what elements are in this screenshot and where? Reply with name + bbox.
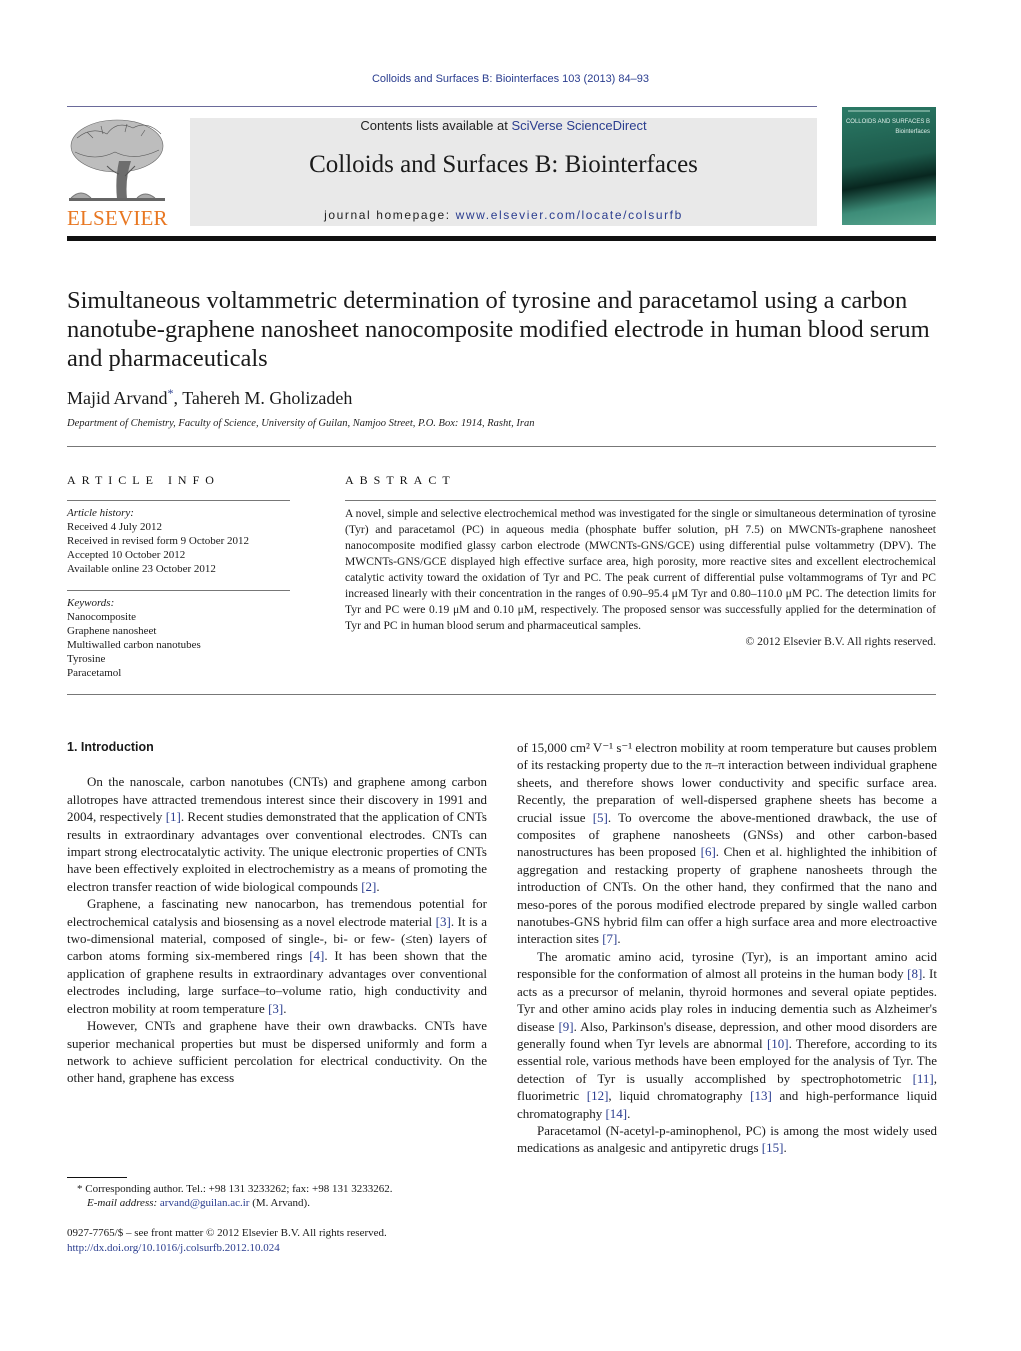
journal-cover-image: COLLOIDS AND SURFACES B Biointerfaces xyxy=(842,107,936,225)
citation-link[interactable]: [12] xyxy=(587,1088,609,1103)
email-label: E-mail address: xyxy=(87,1197,158,1209)
body-right-column: of 15,000 cm² V⁻¹ s⁻¹ electron mobility … xyxy=(517,739,937,1157)
article-info-divider xyxy=(67,500,290,501)
issn-line: 0927-7765/$ – see front matter © 2012 El… xyxy=(67,1227,387,1239)
left-paragraphs: On the nanoscale, carbon nanotubes (CNTs… xyxy=(67,773,487,1086)
author-email-link[interactable]: arvand@guilan.ac.ir xyxy=(160,1197,250,1209)
abstract-divider xyxy=(345,500,936,501)
citation-link[interactable]: [13] xyxy=(750,1088,772,1103)
citation-link[interactable]: [7] xyxy=(602,931,617,946)
cover-title: COLLOIDS AND SURFACES B Biointerfaces xyxy=(846,119,930,136)
body-paragraph: However, CNTs and graphene have their ow… xyxy=(67,1017,487,1087)
keywords-label: Keywords: xyxy=(67,597,115,609)
body-text: However, CNTs and graphene have their ow… xyxy=(67,1018,487,1086)
history-item: Received 4 July 2012 xyxy=(67,521,163,533)
citation-link[interactable]: [10] xyxy=(767,1036,789,1051)
citation-link[interactable]: [11] xyxy=(913,1071,934,1086)
title-divider xyxy=(67,446,936,447)
abstract: ABSTRACT A novel, simple and selective e… xyxy=(345,473,936,650)
running-head: Colloids and Surfaces B: Biointerfaces 1… xyxy=(371,73,649,85)
email-suffix: (M. Arvand). xyxy=(249,1197,310,1209)
article-info-heading: ARTICLE INFO xyxy=(67,473,220,487)
sciencedirect-link[interactable]: SciVerse ScienceDirect xyxy=(511,118,646,133)
keywords-divider xyxy=(67,590,290,591)
footnote-mark: * xyxy=(77,1183,83,1195)
author-list: Majid Arvand*, Tahereh M. Gholizadeh xyxy=(67,386,352,409)
author-name: Majid Arvand xyxy=(67,388,168,408)
article-title: Simultaneous voltammetric determination … xyxy=(67,287,930,372)
author-separator: , xyxy=(173,388,183,408)
body-text: . xyxy=(627,1105,631,1121)
body-text: . xyxy=(783,1140,787,1156)
article-history-label: Article history: xyxy=(67,507,134,519)
cover-topbar xyxy=(848,110,930,112)
abstract-copyright: © 2012 Elsevier B.V. All rights reserved… xyxy=(745,635,936,648)
journal-title: Colloids and Surfaces B: Biointerfaces xyxy=(309,151,698,178)
right-paragraphs: of 15,000 cm² V⁻¹ s⁻¹ electron mobility … xyxy=(517,739,937,1157)
footnote-divider xyxy=(67,1177,127,1178)
citation-link[interactable]: [14] xyxy=(605,1106,627,1121)
cover-title-text: COLLOIDS AND SURFACES B xyxy=(845,119,930,125)
cover-subtitle-text: Biointerfaces xyxy=(895,129,930,135)
article-info: ARTICLE INFO Article history: Received 4… xyxy=(67,473,290,680)
history-item: Available online 23 October 2012 xyxy=(67,563,216,575)
elsevier-wordmark: ELSEVIER xyxy=(67,206,168,230)
citation-link[interactable]: [3] xyxy=(268,1001,283,1016)
body-paragraph: On the nanoscale, carbon nanotubes (CNTs… xyxy=(67,773,487,895)
front-matter: 0927-7765/$ – see front matter © 2012 El… xyxy=(67,1226,387,1255)
citation-link[interactable]: [9] xyxy=(558,1019,573,1034)
keyword: Paracetamol xyxy=(67,667,122,679)
keyword: Graphene nanosheet xyxy=(67,625,157,637)
keyword: Nanocomposite xyxy=(67,611,137,623)
citation-link[interactable]: [3] xyxy=(436,914,451,929)
body-text: Paracetamol (N-acetyl-p-aminophenol, PC)… xyxy=(517,1122,937,1156)
citation-link[interactable]: [2] xyxy=(361,879,376,894)
citation-link[interactable]: [6] xyxy=(701,844,716,859)
doi-link[interactable]: http://dx.doi.org/10.1016/j.colsurfb.201… xyxy=(67,1242,280,1254)
body-left-column: 1. Introduction On the nanoscale, carbon… xyxy=(67,739,487,1087)
keyword: Multiwalled carbon nanotubes xyxy=(67,639,201,651)
body-text: . xyxy=(376,878,380,894)
contents-line: Contents lists available at SciVerse Sci… xyxy=(190,118,817,133)
masthead-divider xyxy=(67,236,936,241)
corresponding-author-note: Corresponding author. Tel.: +98 131 3233… xyxy=(85,1183,393,1195)
footnote: * Corresponding author. Tel.: +98 131 32… xyxy=(67,1182,497,1210)
keyword: Tyrosine xyxy=(67,653,106,665)
abstract-heading: ABSTRACT xyxy=(345,473,456,487)
citation-link[interactable]: [4] xyxy=(309,948,324,963)
body-text: . xyxy=(283,1000,287,1016)
citation-link[interactable]: [15] xyxy=(762,1140,784,1155)
history-item: Received in revised form 9 October 2012 xyxy=(67,535,250,547)
body-paragraph: of 15,000 cm² V⁻¹ s⁻¹ electron mobility … xyxy=(517,739,937,948)
contents-prefix: Contents lists available at xyxy=(360,118,512,133)
body-text: , liquid chromatography xyxy=(608,1088,751,1104)
section-heading: 1. Introduction xyxy=(67,740,154,754)
history-item: Accepted 10 October 2012 xyxy=(67,549,186,561)
homepage-prefix: journal homepage: xyxy=(324,208,456,222)
body-text: The aromatic amino acid, tyrosine (Tyr),… xyxy=(517,948,937,982)
body-paragraph: The aromatic amino acid, tyrosine (Tyr),… xyxy=(517,948,937,1122)
body-paragraph: Paracetamol (N-acetyl-p-aminophenol, PC)… xyxy=(517,1122,937,1157)
journal-homepage-link[interactable]: www.elsevier.com/locate/colsurfb xyxy=(456,208,683,222)
citation-link[interactable]: [1] xyxy=(166,809,181,824)
abstract-text: A novel, simple and selective electroche… xyxy=(345,507,936,632)
header-divider xyxy=(67,106,817,107)
affiliation: Department of Chemistry, Faculty of Scie… xyxy=(67,418,535,429)
body-text: Graphene, a fascinating new nanocarbon, … xyxy=(67,896,487,929)
body-text: . Chen et al. highlighted the inhibition… xyxy=(517,844,937,947)
abstract-bottom-divider xyxy=(67,694,936,695)
body-text: . xyxy=(617,931,621,947)
author-name: Tahereh M. Gholizadeh xyxy=(182,388,353,408)
citation-link[interactable]: [8] xyxy=(907,966,922,981)
journal-homepage-line: journal homepage: www.elsevier.com/locat… xyxy=(190,208,817,222)
citation-link[interactable]: [5] xyxy=(593,810,608,825)
body-paragraph: Graphene, a fascinating new nanocarbon, … xyxy=(67,895,487,1017)
